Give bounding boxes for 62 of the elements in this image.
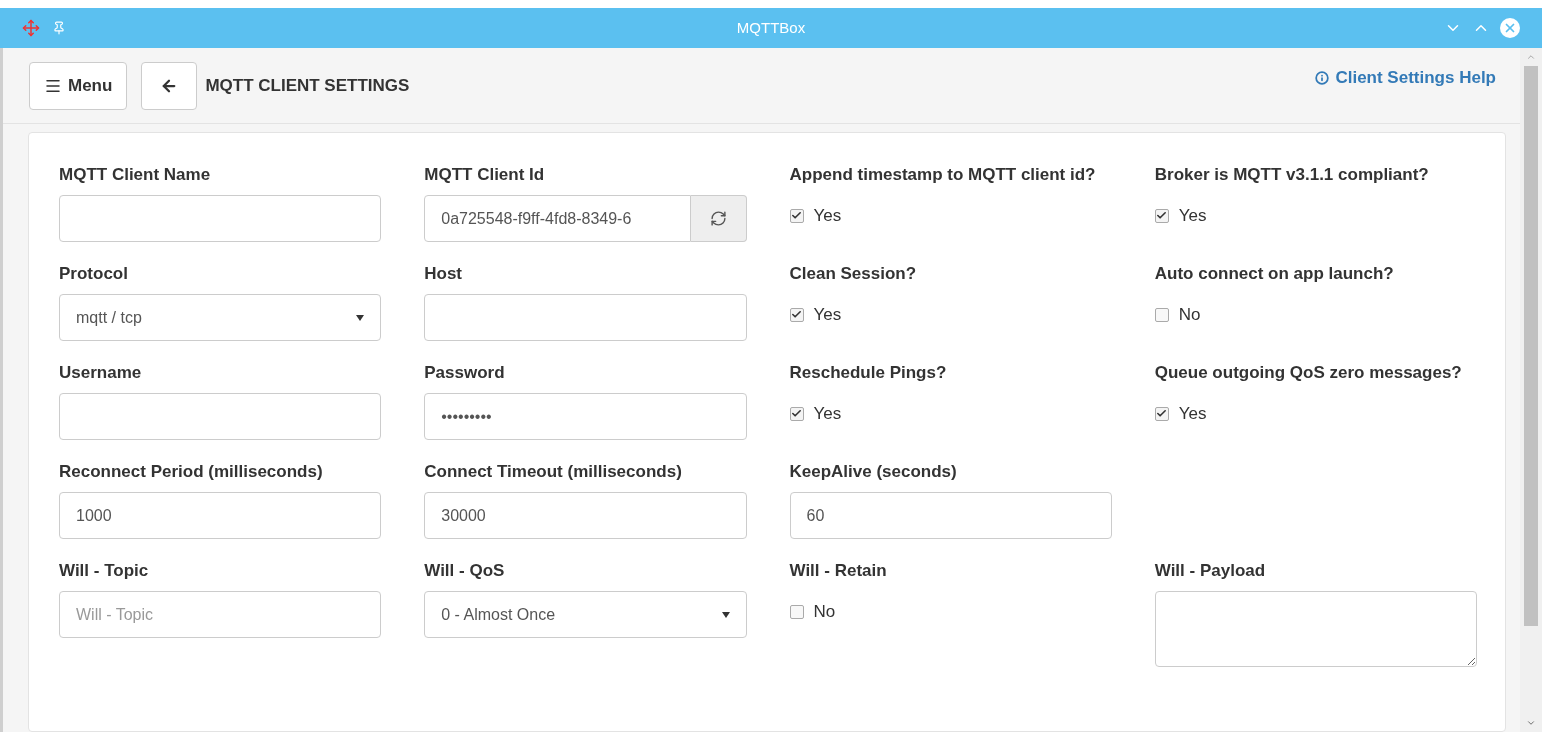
text-field[interactable]: 1000: [59, 492, 382, 539]
field-label: Password: [424, 362, 506, 384]
field-label: KeepAlive (seconds): [789, 461, 958, 483]
dropdown-icon: [356, 314, 365, 321]
text-field[interactable]: Will - Topic: [59, 591, 382, 638]
field-label: Queue outgoing QoS zero messages?: [1154, 362, 1463, 384]
field-label: Reconnect Period (milliseconds): [59, 461, 324, 483]
checkbox[interactable]: [1154, 307, 1169, 322]
info-icon: [1315, 70, 1330, 85]
checkbox[interactable]: [1154, 208, 1169, 223]
scroll-down-icon[interactable]: [1526, 718, 1536, 728]
scrollbar[interactable]: [1520, 48, 1542, 732]
menu-button[interactable]: Menu: [29, 61, 128, 110]
field-label: Protocol: [59, 263, 129, 285]
app-icon: [22, 19, 40, 37]
field-label: MQTT Client Id: [424, 164, 546, 186]
checkbox-label: Yes: [813, 304, 842, 326]
field-label: Clean Session?: [789, 263, 918, 285]
close-button[interactable]: [1500, 18, 1520, 38]
close-icon: [1503, 21, 1517, 35]
field-label: MQTT Client Name: [59, 164, 212, 186]
field-label: Will - Retain: [789, 560, 888, 582]
text-field[interactable]: 30000: [424, 492, 747, 539]
checkbox[interactable]: [789, 604, 804, 619]
text-field[interactable]: 0a725548-f9ff-4fd8-8349-6: [424, 195, 691, 242]
checkbox[interactable]: [789, 406, 804, 421]
text-field[interactable]: [59, 393, 382, 440]
field-label: Reschedule Pings?: [789, 362, 948, 384]
pin-icon[interactable]: [52, 21, 66, 35]
field-label: Will - Topic: [59, 560, 150, 582]
checkbox-label: No: [813, 601, 836, 623]
field-label: Host: [424, 263, 464, 285]
help-link[interactable]: Client Settings Help: [1315, 65, 1496, 91]
back-button[interactable]: [141, 61, 198, 110]
field-label: Append timestamp to MQTT client id?: [789, 164, 1097, 186]
checkbox[interactable]: [789, 307, 804, 322]
checkbox-label: Yes: [813, 403, 842, 425]
checkbox-label: Yes: [1178, 403, 1207, 425]
window-title: MQTTBox: [736, 17, 806, 38]
refresh-icon: [709, 210, 727, 227]
refresh-button[interactable]: [690, 195, 747, 242]
text-area[interactable]: [1154, 591, 1477, 667]
text-field[interactable]: [59, 195, 382, 242]
checkbox-label: Yes: [813, 205, 842, 227]
field-label: Auto connect on app launch?: [1154, 263, 1395, 285]
page-title: MQTT CLIENT SETTINGS: [205, 74, 410, 97]
checkbox-label: Yes: [1178, 205, 1207, 227]
dropdown-icon: [721, 611, 730, 618]
text-field[interactable]: 60: [789, 492, 1112, 539]
field-label: Broker is MQTT v3.1.1 compliant?: [1154, 164, 1430, 186]
field-label: Will - QoS: [424, 560, 506, 582]
select-field[interactable]: 0 - Almost Once: [424, 591, 747, 638]
field-label: Will - Payload: [1154, 560, 1267, 582]
field-label: Username: [59, 362, 143, 384]
select-field[interactable]: mqtt / tcp: [59, 294, 382, 341]
checkbox[interactable]: [1154, 406, 1169, 421]
checkbox-label: No: [1178, 304, 1201, 326]
text-field[interactable]: •••••••••: [424, 393, 747, 440]
field-label: Connect Timeout (milliseconds): [424, 461, 683, 483]
checkbox[interactable]: [789, 208, 804, 223]
scroll-up-icon[interactable]: [1526, 52, 1536, 62]
text-field[interactable]: [424, 294, 747, 341]
